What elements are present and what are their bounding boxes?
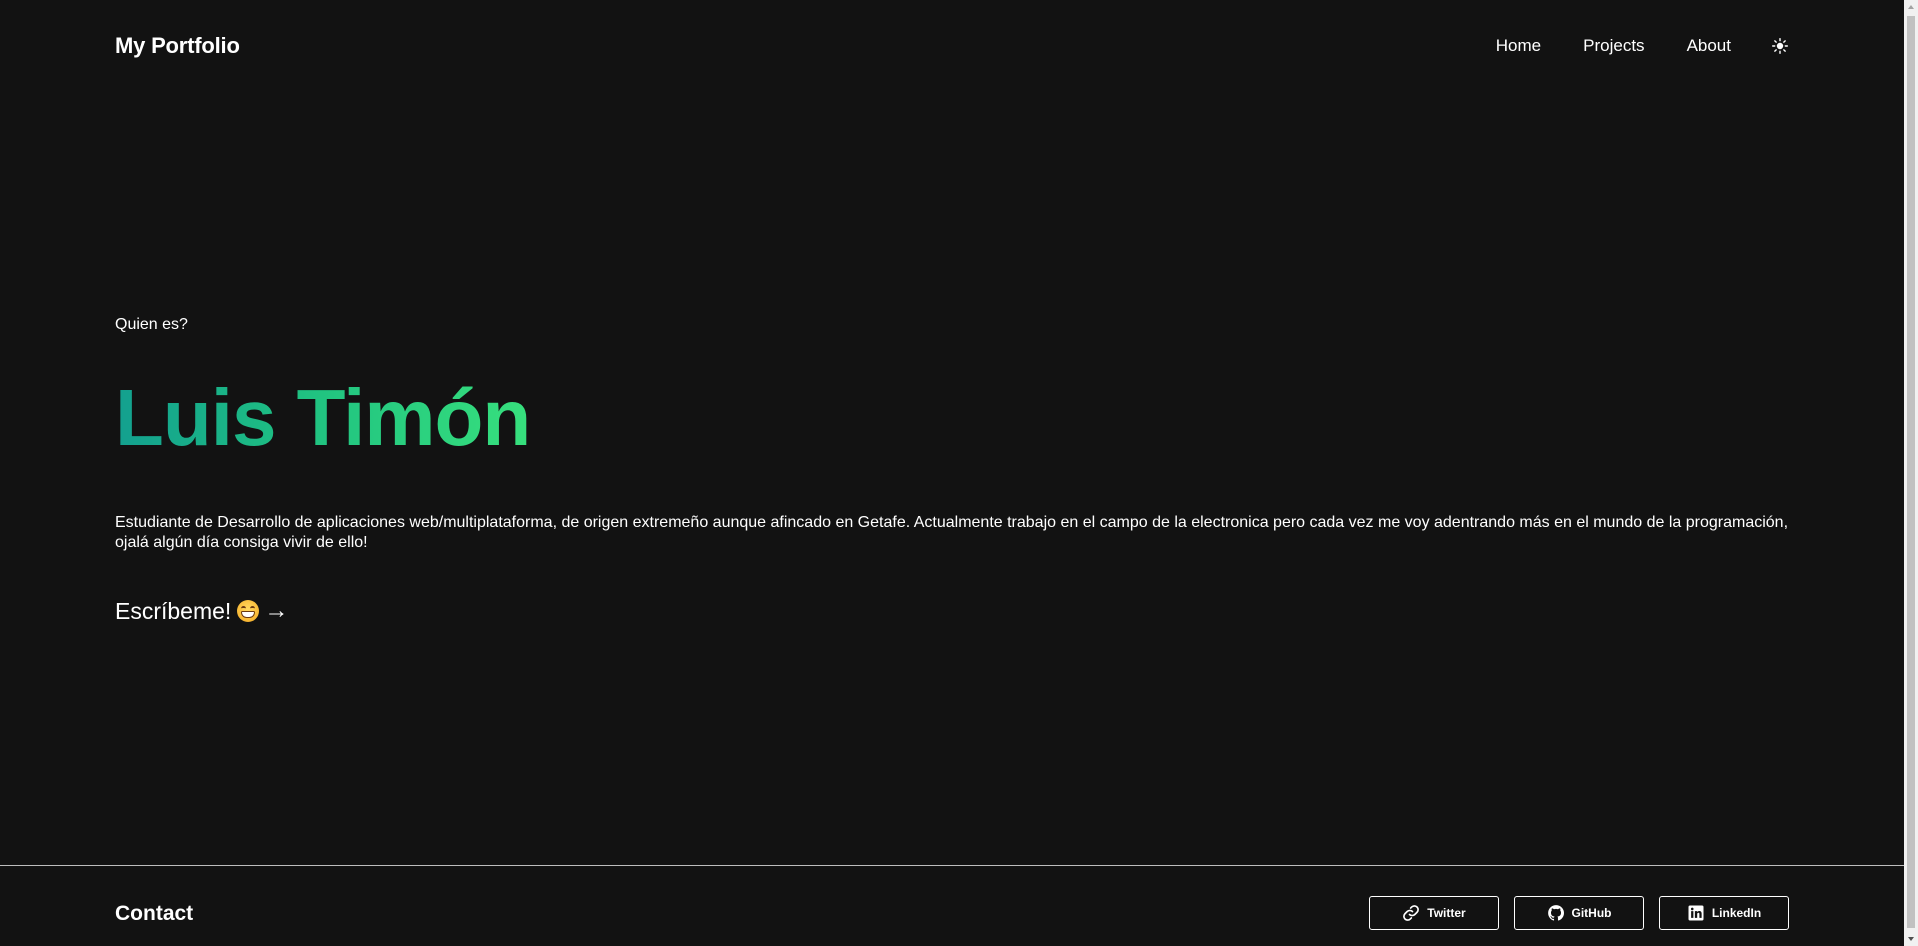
twitter-button[interactable]: Twitter (1369, 896, 1499, 930)
linkedin-button[interactable]: LinkedIn (1659, 896, 1789, 930)
hero-section: Quien es? Luis Timón Estudiante de Desar… (115, 316, 1790, 625)
scroll-down-arrow-icon[interactable] (1904, 932, 1918, 946)
viewport: My Portfolio Home Projects About Quien e… (0, 0, 1904, 946)
social-links: Twitter GitHub LinkedIn (1369, 896, 1789, 930)
grinning-face-icon (237, 600, 260, 622)
hero-eyebrow: Quien es? (115, 316, 188, 333)
site-header: My Portfolio Home Projects About (0, 0, 1904, 96)
main-nav: Home Projects About (1496, 36, 1789, 56)
link-icon (1403, 905, 1420, 921)
scrollbar-thumb[interactable] (1907, 16, 1915, 928)
arrow-right-icon: → (264, 597, 289, 624)
vertical-scrollbar[interactable] (1904, 0, 1918, 946)
linkedin-label: LinkedIn (1711, 906, 1762, 920)
github-button[interactable]: GitHub (1514, 896, 1644, 930)
nav-link-projects[interactable]: Projects (1583, 36, 1644, 56)
linkedin-icon (1688, 905, 1704, 921)
cta-label: Escríbeme! (115, 597, 232, 624)
nav-link-about[interactable]: About (1687, 36, 1731, 56)
contact-cta-link[interactable]: Escríbeme! → (115, 597, 288, 625)
github-icon (1547, 905, 1564, 921)
sun-icon (1772, 38, 1788, 54)
contact-title: Contact (115, 902, 194, 925)
scroll-up-arrow-icon[interactable] (1904, 0, 1918, 14)
github-label: GitHub (1571, 906, 1612, 920)
brand-link[interactable]: My Portfolio (115, 33, 240, 59)
nav-link-home[interactable]: Home (1496, 36, 1541, 56)
twitter-label: Twitter (1427, 906, 1466, 920)
hero-bio: Estudiante de Desarrollo de aplicaciones… (115, 514, 1789, 551)
hero-name: Luis Timón (115, 373, 531, 462)
theme-toggle-button[interactable] (1771, 37, 1789, 55)
page: My Portfolio Home Projects About Quien e… (0, 0, 1918, 946)
site-footer: Contact Twitter GitHub LinkedIn (0, 865, 1904, 946)
